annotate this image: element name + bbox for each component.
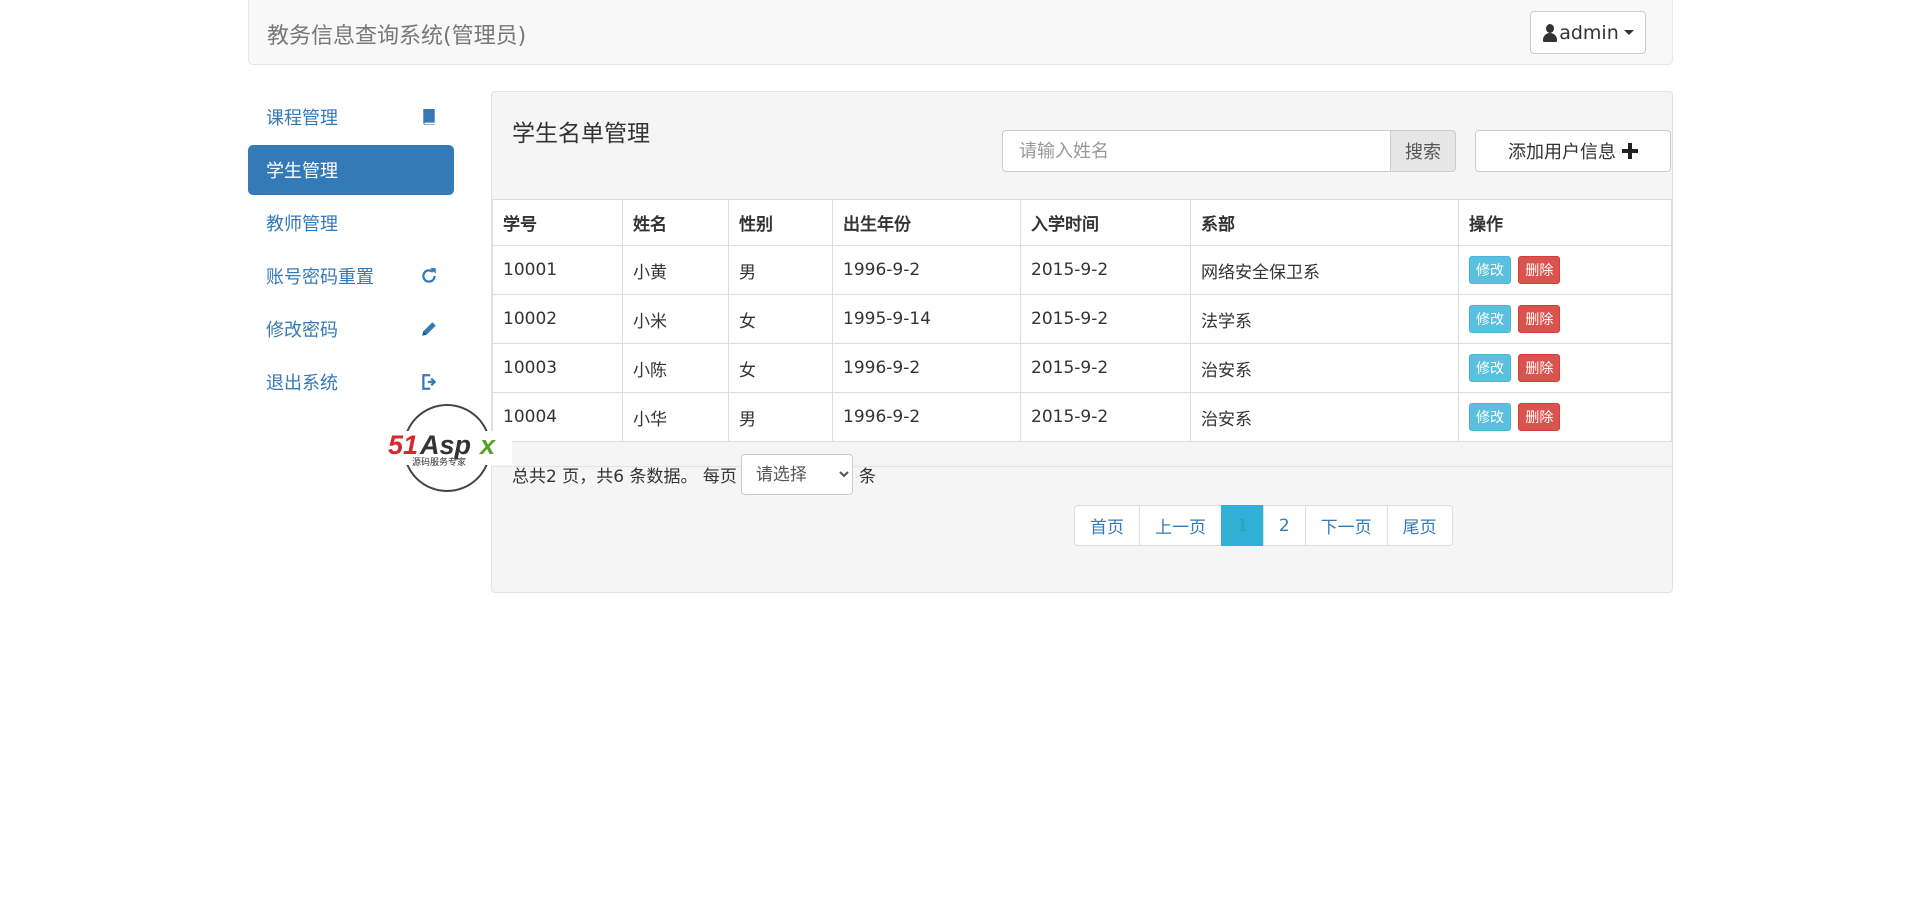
table-row: 10003 小陈 女 1996-9-2 2015-9-2 治安系 修改 删除 <box>492 343 1672 393</box>
svg-text:源码服务专家: 源码服务专家 <box>412 456 466 468</box>
page-1[interactable]: 1 <box>1221 505 1264 546</box>
cell-department: 法学系 <box>1190 294 1459 344</box>
edit-button[interactable]: 修改 <box>1469 354 1511 382</box>
cell-actions: 修改 删除 <box>1458 392 1672 442</box>
page-last[interactable]: 尾页 <box>1386 505 1453 546</box>
page-title: 学生名单管理 <box>512 121 650 147</box>
sidebar-item-label: 学生管理 <box>266 161 338 182</box>
cell-enroll: 2015-9-2 <box>1020 245 1191 295</box>
sidebar-item-teachers[interactable]: 教师管理 <box>248 198 454 248</box>
refresh-icon <box>420 267 438 285</box>
page-first[interactable]: 首页 <box>1074 505 1140 546</box>
column-header: 出生年份 <box>832 199 1021 246</box>
sidebar-item-change-password[interactable]: 修改密码 <box>248 304 454 354</box>
search-button[interactable]: 搜索 <box>1390 130 1456 172</box>
cell-actions: 修改 删除 <box>1458 294 1672 344</box>
cell-department: 治安系 <box>1190 392 1459 442</box>
svg-text:x: x <box>478 430 496 460</box>
column-header: 系部 <box>1190 199 1459 246</box>
cell-student-id: 10001 <box>492 245 623 295</box>
cell-birth: 1996-9-2 <box>832 245 1021 295</box>
cell-gender: 男 <box>728 392 833 442</box>
cell-gender: 女 <box>728 343 833 393</box>
cell-name: 小黄 <box>622 245 729 295</box>
search-input[interactable] <box>1002 130 1390 172</box>
sidebar-item-reset-password[interactable]: 账号密码重置 <box>248 251 454 301</box>
table-row: 10004 小华 男 1996-9-2 2015-9-2 治安系 修改 删除 <box>492 392 1672 442</box>
user-name: admin <box>1559 21 1619 44</box>
edit-button[interactable]: 修改 <box>1469 256 1511 284</box>
summary-text: 总共2 页，共6 条数据。 每页 <box>512 467 737 487</box>
page-prev[interactable]: 上一页 <box>1139 505 1222 546</box>
column-header: 操作 <box>1458 199 1672 246</box>
sidebar-item-label: 课程管理 <box>266 108 338 129</box>
book-icon <box>420 108 438 126</box>
delete-button[interactable]: 删除 <box>1518 305 1561 333</box>
sidebar-item-logout[interactable]: 退出系统 <box>248 357 454 407</box>
sidebar-item-courses[interactable]: 课程管理 <box>248 92 454 142</box>
summary-suffix: 条 <box>858 467 876 487</box>
cell-gender: 男 <box>728 245 833 295</box>
edit-button[interactable]: 修改 <box>1469 305 1511 333</box>
sidebar-item-label: 退出系统 <box>266 373 338 394</box>
column-header: 入学时间 <box>1020 199 1191 246</box>
cell-name: 小米 <box>622 294 729 344</box>
svg-text:51: 51 <box>388 430 418 460</box>
column-header: 性别 <box>728 199 833 246</box>
cell-actions: 修改 删除 <box>1458 343 1672 393</box>
page-size-select[interactable]: 请选择 <box>740 454 853 495</box>
cell-gender: 女 <box>728 294 833 344</box>
add-user-button[interactable]: 添加用户信息 <box>1475 130 1671 172</box>
sidebar-item-label: 修改密码 <box>266 320 338 341</box>
sidebar-item-students[interactable]: 学生管理 <box>248 145 454 195</box>
cell-birth: 1995-9-14 <box>832 294 1021 344</box>
cell-student-id: 10002 <box>492 294 623 344</box>
page-2[interactable]: 2 <box>1262 505 1306 546</box>
pagination: 首页 上一页 1 2 下一页 尾页 <box>1074 505 1453 546</box>
delete-button[interactable]: 删除 <box>1518 354 1561 382</box>
sidebar-item-label: 教师管理 <box>266 214 338 235</box>
edit-button[interactable]: 修改 <box>1469 403 1511 431</box>
cell-birth: 1996-9-2 <box>832 343 1021 393</box>
51aspx-logo: 51 Asp x 源码服务专家 <box>386 404 512 492</box>
search-group: 搜索 <box>1002 130 1456 172</box>
top-navbar: 教务信息查询系统(管理员) admin <box>248 0 1673 65</box>
cell-student-id: 10004 <box>492 392 623 442</box>
cell-student-id: 10003 <box>492 343 623 393</box>
cell-actions: 修改 删除 <box>1458 245 1672 295</box>
table-header-row: 学号 姓名 性别 出生年份 入学时间 系部 操作 <box>492 199 1672 246</box>
cell-department: 治安系 <box>1190 343 1459 393</box>
cell-department: 网络安全保卫系 <box>1190 245 1459 295</box>
student-list-panel: 学生名单管理 搜索 添加用户信息 学号 姓名 性别 出生年份 入学时间 系部 操… <box>491 91 1673 593</box>
pencil-icon <box>420 320 438 338</box>
delete-button[interactable]: 删除 <box>1518 256 1561 284</box>
user-menu-button[interactable]: admin <box>1530 11 1646 54</box>
cell-birth: 1996-9-2 <box>832 392 1021 442</box>
column-header: 姓名 <box>622 199 729 246</box>
cell-enroll: 2015-9-2 <box>1020 343 1191 393</box>
cell-name: 小华 <box>622 392 729 442</box>
page-next[interactable]: 下一页 <box>1304 505 1388 546</box>
svg-text:Asp: Asp <box>419 430 471 460</box>
table-row: 10001 小黄 男 1996-9-2 2015-9-2 网络安全保卫系 修改 … <box>492 245 1672 295</box>
cell-enroll: 2015-9-2 <box>1020 392 1191 442</box>
sidebar-item-label: 账号密码重置 <box>266 267 374 288</box>
table-row: 10002 小米 女 1995-9-14 2015-9-2 法学系 修改 删除 <box>492 294 1672 344</box>
sidebar: 课程管理 学生管理 教师管理 账号密码重置 修改密码 退出系统 <box>248 92 454 410</box>
user-icon <box>1542 23 1558 42</box>
app-title: 教务信息查询系统(管理员) <box>267 24 527 49</box>
delete-button[interactable]: 删除 <box>1518 403 1561 431</box>
add-user-label: 添加用户信息 <box>1508 142 1616 163</box>
pagination-summary: 总共2 页，共6 条数据。 每页 请选择 条 <box>512 454 876 495</box>
caret-down-icon <box>1623 30 1634 35</box>
cell-name: 小陈 <box>622 343 729 393</box>
cell-enroll: 2015-9-2 <box>1020 294 1191 344</box>
student-table: 学号 姓名 性别 出生年份 入学时间 系部 操作 10001 小黄 男 1996… <box>492 199 1672 442</box>
column-header: 学号 <box>492 199 623 246</box>
logout-icon <box>420 373 438 391</box>
plus-icon <box>1622 143 1638 159</box>
